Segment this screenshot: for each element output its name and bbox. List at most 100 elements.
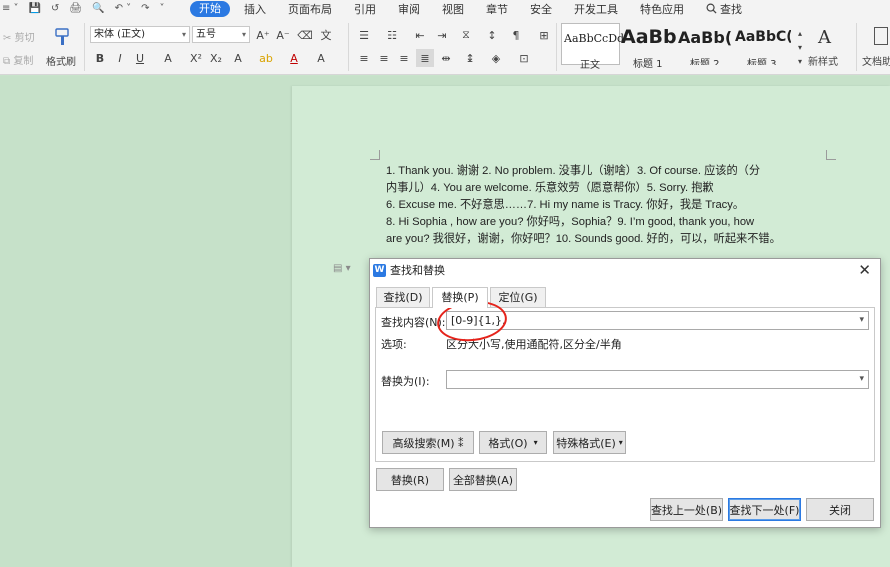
style-heading-2[interactable]: AaBb( 标题 2 xyxy=(678,23,734,65)
borders-icon[interactable]: ⊞ xyxy=(536,27,552,43)
replace-button[interactable]: 替换(R) xyxy=(376,468,444,491)
format-button[interactable]: 格式(O) ▾ xyxy=(479,431,547,454)
eraser-icon[interactable]: ⌫ xyxy=(297,27,313,43)
margin-corner xyxy=(370,150,380,160)
cut-label: 剪切 xyxy=(14,33,35,44)
search-label: 查找 xyxy=(720,2,742,16)
find-previous-button[interactable]: 查找上一处(B) xyxy=(650,498,723,521)
tab-references[interactable]: 引用 xyxy=(354,1,376,17)
new-style-button[interactable]: A 新样式 xyxy=(808,27,852,71)
new-style-icon: A xyxy=(818,27,831,48)
italic-icon[interactable]: I xyxy=(112,50,128,66)
divider xyxy=(348,23,349,71)
char-shading-icon[interactable]: A xyxy=(313,50,329,66)
replace-panel: 查找内容(N): [0-9]{1,}. ▾ 选项: 区分大小写,使用通配符,区分… xyxy=(375,307,875,462)
chevron-down-icon[interactable]: ▾ xyxy=(859,312,864,329)
align-left-icon[interactable]: ≡ xyxy=(356,50,372,66)
options-label: 选项: xyxy=(381,338,407,351)
font-name-select[interactable]: 宋体 (正文) ▾ xyxy=(90,26,190,43)
chevron-down-icon: ▾ xyxy=(241,30,246,39)
style-label: 标题 2 xyxy=(690,59,720,65)
margin-corner xyxy=(826,150,836,160)
superscript-icon[interactable]: X² xyxy=(188,50,204,66)
tab-special-apps[interactable]: 特色应用 xyxy=(640,1,684,17)
doc-tools-label: 文档助 xyxy=(862,57,890,68)
tab-replace[interactable]: 替换(P) xyxy=(432,287,488,308)
numbered-list-icon[interactable]: ☷ xyxy=(384,27,400,43)
tab-chapter[interactable]: 章节 xyxy=(486,1,508,17)
outdent-icon[interactable]: ⇤ xyxy=(412,27,428,43)
font-color-icon[interactable]: A xyxy=(286,50,302,66)
save-icon[interactable]: 💾 xyxy=(29,3,41,14)
phonetic-icon[interactable]: 文 xyxy=(318,27,334,43)
find-input[interactable]: [0-9]{1,}. ▾ xyxy=(446,311,869,330)
print-icon[interactable]: 🖨 xyxy=(69,3,82,14)
undo-icon[interactable]: ↶ ˅ xyxy=(115,3,132,14)
highlight-icon[interactable]: ab xyxy=(258,50,274,66)
subscript-icon[interactable]: X₂ xyxy=(208,50,224,66)
style-heading-3[interactable]: AaBbC( 标题 3 xyxy=(735,23,791,65)
tab-security[interactable]: 安全 xyxy=(530,1,552,17)
copy-button[interactable]: ⧉ 复制 xyxy=(3,52,33,67)
refresh-icon[interactable]: ↺ xyxy=(51,3,59,14)
tab-find[interactable]: 查找(D) xyxy=(376,287,430,307)
style-normal[interactable]: AaBbCcDd 正文 xyxy=(561,23,624,71)
dialog-title: 查找和替换 xyxy=(390,264,445,277)
distribute-icon[interactable]: ⇹ xyxy=(438,50,454,66)
tab-goto[interactable]: 定位(G) xyxy=(490,287,546,307)
align-center-icon[interactable]: ≡ xyxy=(376,50,392,66)
text-effect-icon[interactable]: A xyxy=(230,50,246,66)
file-menu-icon[interactable]: ≡ ˅ xyxy=(2,3,19,14)
document-body[interactable]: 1. Thank you. 谢谢 2. No problem. 没事儿（谢啥）3… xyxy=(386,163,830,248)
wps-logo-icon: W xyxy=(373,263,386,277)
close-button[interactable]: 关闭 xyxy=(806,498,874,521)
preview-icon[interactable]: 🔍 xyxy=(92,3,104,14)
search-icon xyxy=(706,3,717,14)
grow-font-icon[interactable]: A⁺ xyxy=(255,27,271,43)
paragraph-anchor-icon[interactable]: ▤ ▾ xyxy=(333,263,351,274)
document-line: 6. Excuse me. 不好意思……7. Hi my name is Tra… xyxy=(386,199,745,211)
find-replace-dialog: W 查找和替换 ✕ 查找(D) 替换(P) 定位(G) 查找内容(N): [0-… xyxy=(369,258,881,528)
show-marks-icon[interactable]: ¶ xyxy=(508,27,524,43)
chevron-down-icon[interactable]: ▾ xyxy=(859,371,864,388)
find-next-button[interactable]: 查找下一处(F) xyxy=(728,498,801,521)
tab-insert[interactable]: 插入 xyxy=(244,1,266,17)
format-painter-label: 格式刷 xyxy=(46,57,76,68)
tab-page-layout[interactable]: 页面布局 xyxy=(288,1,332,17)
font-size-select[interactable]: 五号 ▾ xyxy=(192,26,250,43)
redo-icon[interactable]: ↷ xyxy=(141,3,149,14)
chinese-layout-icon[interactable]: ⧖ xyxy=(458,27,474,43)
tab-developer[interactable]: 开发工具 xyxy=(574,1,618,17)
tab-view[interactable]: 视图 xyxy=(442,1,464,17)
justify-icon[interactable]: ≣ xyxy=(416,49,434,67)
align-right-icon[interactable]: ≡ xyxy=(396,50,412,66)
tab-review[interactable]: 审阅 xyxy=(398,1,420,17)
doc-tools-button[interactable]: 文档助 xyxy=(862,27,890,71)
special-format-button[interactable]: 特殊格式(E) ▾ xyxy=(553,431,626,454)
style-sample: AaBbC( xyxy=(735,29,791,45)
indent-icon[interactable]: ⇥ xyxy=(434,27,450,43)
advanced-search-button[interactable]: 高级搜索(M) ⁑ xyxy=(382,431,474,454)
quick-access-toolbar: ≡ ˅ 💾 ↺ 🖨 🔍 ↶ ˅ ↷ ˅ xyxy=(0,3,190,14)
dialog-title-bar[interactable]: W 查找和替换 ✕ xyxy=(370,259,880,281)
sort-icon[interactable]: ↕ xyxy=(484,27,500,43)
underline-icon[interactable]: U xyxy=(132,50,148,66)
close-icon[interactable]: ✕ xyxy=(858,261,871,279)
tab-home[interactable]: 开始 xyxy=(190,0,230,17)
format-painter-button[interactable]: 格式刷 xyxy=(46,27,78,68)
styles-expand-icon[interactable]: ▾ xyxy=(792,53,808,69)
shrink-font-icon[interactable]: A⁻ xyxy=(275,27,291,43)
replace-all-button[interactable]: 全部替换(A) xyxy=(449,468,517,491)
table-borders-icon[interactable]: ⊡ xyxy=(516,50,532,66)
bullet-list-icon[interactable]: ☰ xyxy=(356,27,372,43)
find-input-value: [0-9]{1,}. xyxy=(451,314,506,327)
search-command[interactable]: 查找 xyxy=(706,1,742,17)
bold-icon[interactable]: B xyxy=(92,50,108,66)
cut-button[interactable]: ✂ 剪切 xyxy=(3,29,35,44)
style-heading-1[interactable]: AaBb 标题 1 xyxy=(621,23,677,70)
shading-icon[interactable]: ◈ xyxy=(488,50,504,66)
replace-input[interactable]: ▾ xyxy=(446,370,869,389)
strikethrough-icon[interactable]: A xyxy=(160,50,176,66)
customize-icon[interactable]: ˅ xyxy=(160,3,165,14)
line-spacing-icon[interactable]: ↨ xyxy=(462,50,478,66)
